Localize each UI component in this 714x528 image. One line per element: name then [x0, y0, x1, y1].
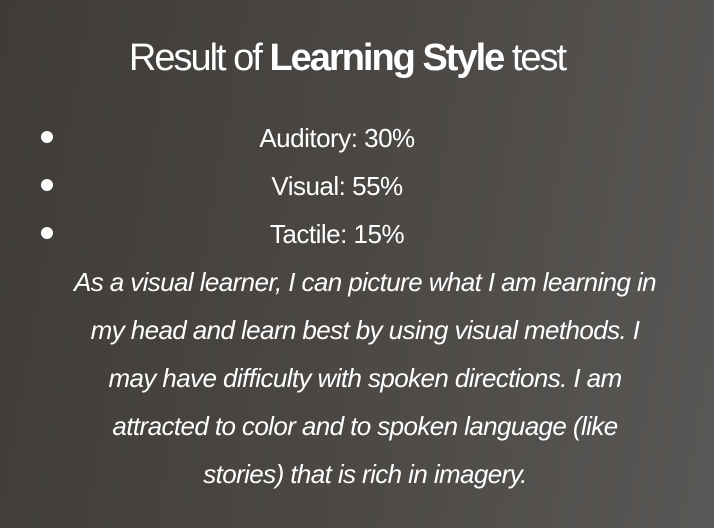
result-label: Visual: 55%: [271, 171, 403, 201]
result-label: Tactile: 15%: [269, 219, 405, 249]
results-list: Auditory: 30% Visual: 55% Tactile: 15%: [0, 116, 714, 260]
title-suffix: test: [503, 37, 567, 80]
title-prefix: Result of: [128, 37, 270, 80]
bullet-icon: [41, 179, 53, 191]
page-title: Result of Learning Style test: [0, 37, 694, 80]
list-item-tactile: Tactile: 15%: [0, 212, 714, 260]
bullet-icon: [41, 227, 53, 239]
list-item-auditory: Auditory: 30%: [0, 116, 714, 164]
learning-style-description: As a visual learner, I can picture what …: [73, 267, 657, 489]
list-item-visual: Visual: 55%: [0, 164, 714, 212]
result-label: Auditory: 30%: [259, 123, 415, 153]
title-emphasis: Learning Style: [269, 37, 505, 80]
bullet-icon: [41, 131, 53, 143]
